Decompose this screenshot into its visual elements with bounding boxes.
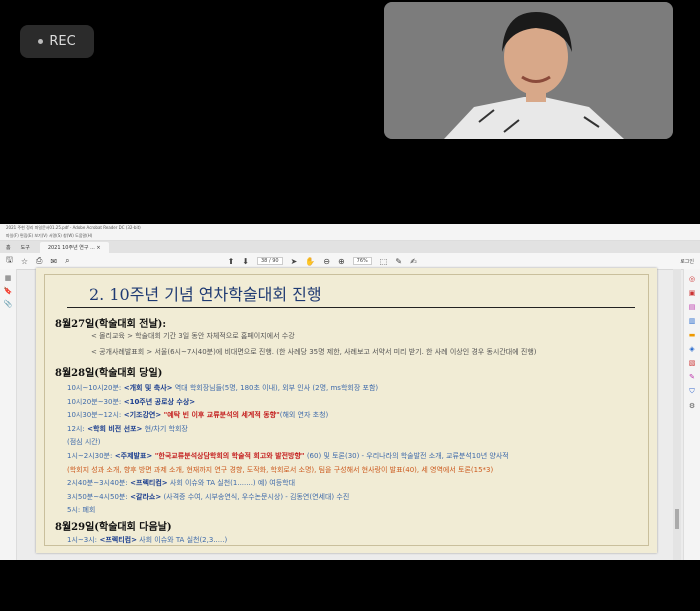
fit-page-icon[interactable]: ⬚ <box>380 257 388 266</box>
tab-tools[interactable]: 도구 <box>21 244 30 251</box>
bookmark-icon[interactable]: 🔖 <box>0 287 16 295</box>
schedule-label: <프렉티컴> <box>97 536 137 544</box>
schedule-red: "한국교류분석상담학회의 학술적 회고와 발전방향" <box>152 452 305 460</box>
fill-sign-icon[interactable]: ✎ <box>684 373 700 381</box>
schedule-line: 5시: 폐회 <box>67 505 95 515</box>
tab-bar: 홈 도구 2021 10주년 연구 ... × <box>0 241 700 253</box>
comment-tool-icon[interactable]: ▬ <box>684 331 700 339</box>
recording-indicator: REC <box>20 25 94 58</box>
pdf-page: 2. 10주년 기념 연차학술대회 진행 8월27일(학술대회 전날): < 몰… <box>36 268 657 553</box>
window-title: 2021 주현 정리 파일문서01.25.pdf - Adobe Acrobat… <box>0 224 700 232</box>
schedule-line: 10시30분~12시: <기조강연> "예탁 빈 이후 교류분석의 세계적 동향… <box>67 410 328 420</box>
export-pdf-icon[interactable]: ▥ <box>684 317 700 325</box>
day2-heading: 8월28일(학술대회 당일) <box>55 368 163 379</box>
sign-icon[interactable]: ✍ <box>410 257 417 266</box>
create-pdf-icon[interactable]: ▣ <box>684 289 700 297</box>
schedule-line: 1시~3시: <프렉티컴> 사회 이슈와 TA 실천(2,3.....) <box>67 535 227 545</box>
schedule-time: 12시: <box>67 424 85 433</box>
zoom-level[interactable]: 76% <box>352 257 372 265</box>
pages-icon[interactable]: ▦ <box>0 274 16 282</box>
menu-bar[interactable]: 파일(F) 편집(E) 보기(V) 서명(S) 창(W) 도움말(H) <box>0 232 700 241</box>
login-link[interactable]: 로그인 <box>680 258 694 265</box>
tab-home[interactable]: 홈 <box>6 244 11 251</box>
edit-pdf-icon[interactable]: ▤ <box>684 303 700 311</box>
schedule-label: <갈라쇼> <box>127 492 162 501</box>
slide: 2. 10주년 기념 연차학술대회 진행 8월27일(학술대회 전날): < 몰… <box>44 274 649 546</box>
zoom-tool-icon[interactable]: ◎ <box>684 275 700 283</box>
scrollbar[interactable] <box>673 269 681 560</box>
schedule-rest: 현/차기 학회장 <box>142 424 188 433</box>
hand-icon[interactable]: ✋ <box>305 257 315 266</box>
schedule-rest: 사회 이슈와 TA 실천(1.......) 예) 여등학대 <box>167 479 296 488</box>
pdf-viewer-window: 2021 주현 정리 파일문서01.25.pdf - Adobe Acrobat… <box>0 224 700 560</box>
print-icon[interactable]: ⎙ <box>36 256 42 266</box>
day3-heading: 8월29일(학술대회 다음날) <box>55 522 172 533</box>
webcam-video <box>384 2 673 139</box>
schedule-time: 10시~10시20분: <box>67 384 122 392</box>
schedule-line: (점심 시간) <box>67 437 100 447</box>
zoom-out-icon[interactable]: ⊖ <box>323 257 330 266</box>
schedule-rest: (학회지 성과 소개, 향후 방면 과제 소개, 현재까지 연구 경향, 도작화… <box>67 465 494 474</box>
zoom-in-icon[interactable]: ⊕ <box>338 257 345 266</box>
schedule-line: 1시~2시30분: <주제발표> "한국교류분석상담학회의 학술적 회고와 발전… <box>67 451 509 461</box>
schedule-rest: (해외 연자 초청) <box>279 411 329 420</box>
schedule-line: (학회지 성과 소개, 향후 방면 과제 소개, 현재까지 연구 경향, 도작화… <box>67 465 493 475</box>
schedule-line: 12시: <학회 비전 선포> 현/차기 학회장 <box>67 424 188 434</box>
schedule-rest: 역대 학회장님들(5명, 180초 이내), 외부 인사 (2명, ms학회장 … <box>172 384 379 392</box>
schedule-time: 1시~3시: <box>67 536 98 544</box>
schedule-line: 10시20분~30분: <10주년 공로상 수상> <box>67 397 195 407</box>
page-down-icon[interactable]: ⬇ <box>242 257 249 266</box>
title-divider <box>67 307 635 308</box>
left-panel: ▦ 🔖 📎 <box>0 269 17 560</box>
rec-label: REC <box>49 34 76 49</box>
day1-item-2: < 공개사례발표회 > 서울(6시~7시40분)에 비대면으로 진행. (한 사… <box>91 348 537 356</box>
right-tools-panel: ◎ ▣ ▤ ▥ ▬ ◈ ▧ ✎ ⛉ ⚙ <box>683 269 700 560</box>
schedule-line: 2시40분~3시40분: <프렉티컴> 사회 이슈와 TA 실천(1......… <box>67 478 295 488</box>
cursor-icon[interactable]: ➤ <box>291 257 298 266</box>
protect-icon[interactable]: ⛉ <box>684 387 700 396</box>
star-icon[interactable]: ☆ <box>21 257 28 266</box>
schedule-label: <10주년 공로상 수상> <box>121 397 196 406</box>
mail-icon[interactable]: ✉ <box>50 257 57 266</box>
schedule-time: 10시30분~12시: <box>67 411 122 420</box>
schedule-rest: (사격증 수여, 시부송연식, 우수논문시상) - 김동연(연세대) 수진 <box>161 492 350 501</box>
bottom-black-bar <box>0 560 700 611</box>
schedule-rest: 폐회 <box>80 506 96 515</box>
record-dot-icon <box>38 39 44 44</box>
save-icon[interactable]: 🖫 <box>6 254 13 268</box>
slide-title: 2. 10주년 기념 연차학술대회 진행 <box>89 285 322 304</box>
page-navigation: ⬆ ⬇ 38 / 90 ➤ ✋ ⊖ ⊕ 76% ⬚ ✎ ✍ <box>228 257 417 266</box>
comment-icon[interactable]: ✎ <box>395 257 402 266</box>
schedule-time: 3시50분~4시50분: <box>67 492 128 501</box>
scrollbar-thumb[interactable] <box>675 509 679 529</box>
page-indicator[interactable]: 38 / 90 <box>257 257 283 265</box>
day1-item-1: < 몰리교육 > 학술대회 기간 3일 동안 자체적으로 홈페이지에서 수강 <box>91 332 295 340</box>
schedule-rest: 사회 이슈와 TA 실천(2,3.....) <box>136 536 228 544</box>
schedule-time: 1시~2시30분: <box>67 452 113 460</box>
day1-heading: 8월27일(학술대회 전날): <box>55 319 167 330</box>
schedule-label: <프렉티컴> <box>127 479 168 488</box>
schedule-label: <기조강연> <box>121 411 162 420</box>
search-icon[interactable]: ⌕ <box>65 256 69 266</box>
organize-icon[interactable]: ▧ <box>684 359 700 367</box>
schedule-rest: (60) 및 토론(30) - 우리나라의 학술발전 소개, 교류분석10년 양… <box>304 452 509 460</box>
schedule-time: 10시20분~30분: <box>67 397 122 406</box>
more-tools-icon[interactable]: ⚙ <box>684 402 700 410</box>
schedule-label: <개회 및 축사> <box>121 384 173 392</box>
schedule-line: 10시~10시20분: <개회 및 축사> 역대 학회장님들(5명, 180초 … <box>67 383 378 393</box>
schedule-time: 2시40분~3시40분: <box>67 479 128 488</box>
schedule-time: 5시: <box>67 506 81 515</box>
schedule-time: (점심 시간) <box>67 438 101 447</box>
schedule-label: <주제발표> <box>112 452 153 460</box>
attachment-icon[interactable]: 📎 <box>0 300 16 308</box>
combine-icon[interactable]: ◈ <box>684 345 700 353</box>
schedule-line: 3시50분~4시50분: <갈라쇼> (사격증 수여, 시부송연식, 우수논문시… <box>67 492 349 502</box>
page-up-icon[interactable]: ⬆ <box>228 257 235 266</box>
schedule-label: <학회 비전 선포> <box>84 424 143 433</box>
tab-document[interactable]: 2021 10주년 연구 ... × <box>39 241 109 253</box>
schedule-red: "예탁 빈 이후 교류분석의 세계적 동향" <box>161 411 280 420</box>
speaker-video-icon <box>384 2 673 139</box>
